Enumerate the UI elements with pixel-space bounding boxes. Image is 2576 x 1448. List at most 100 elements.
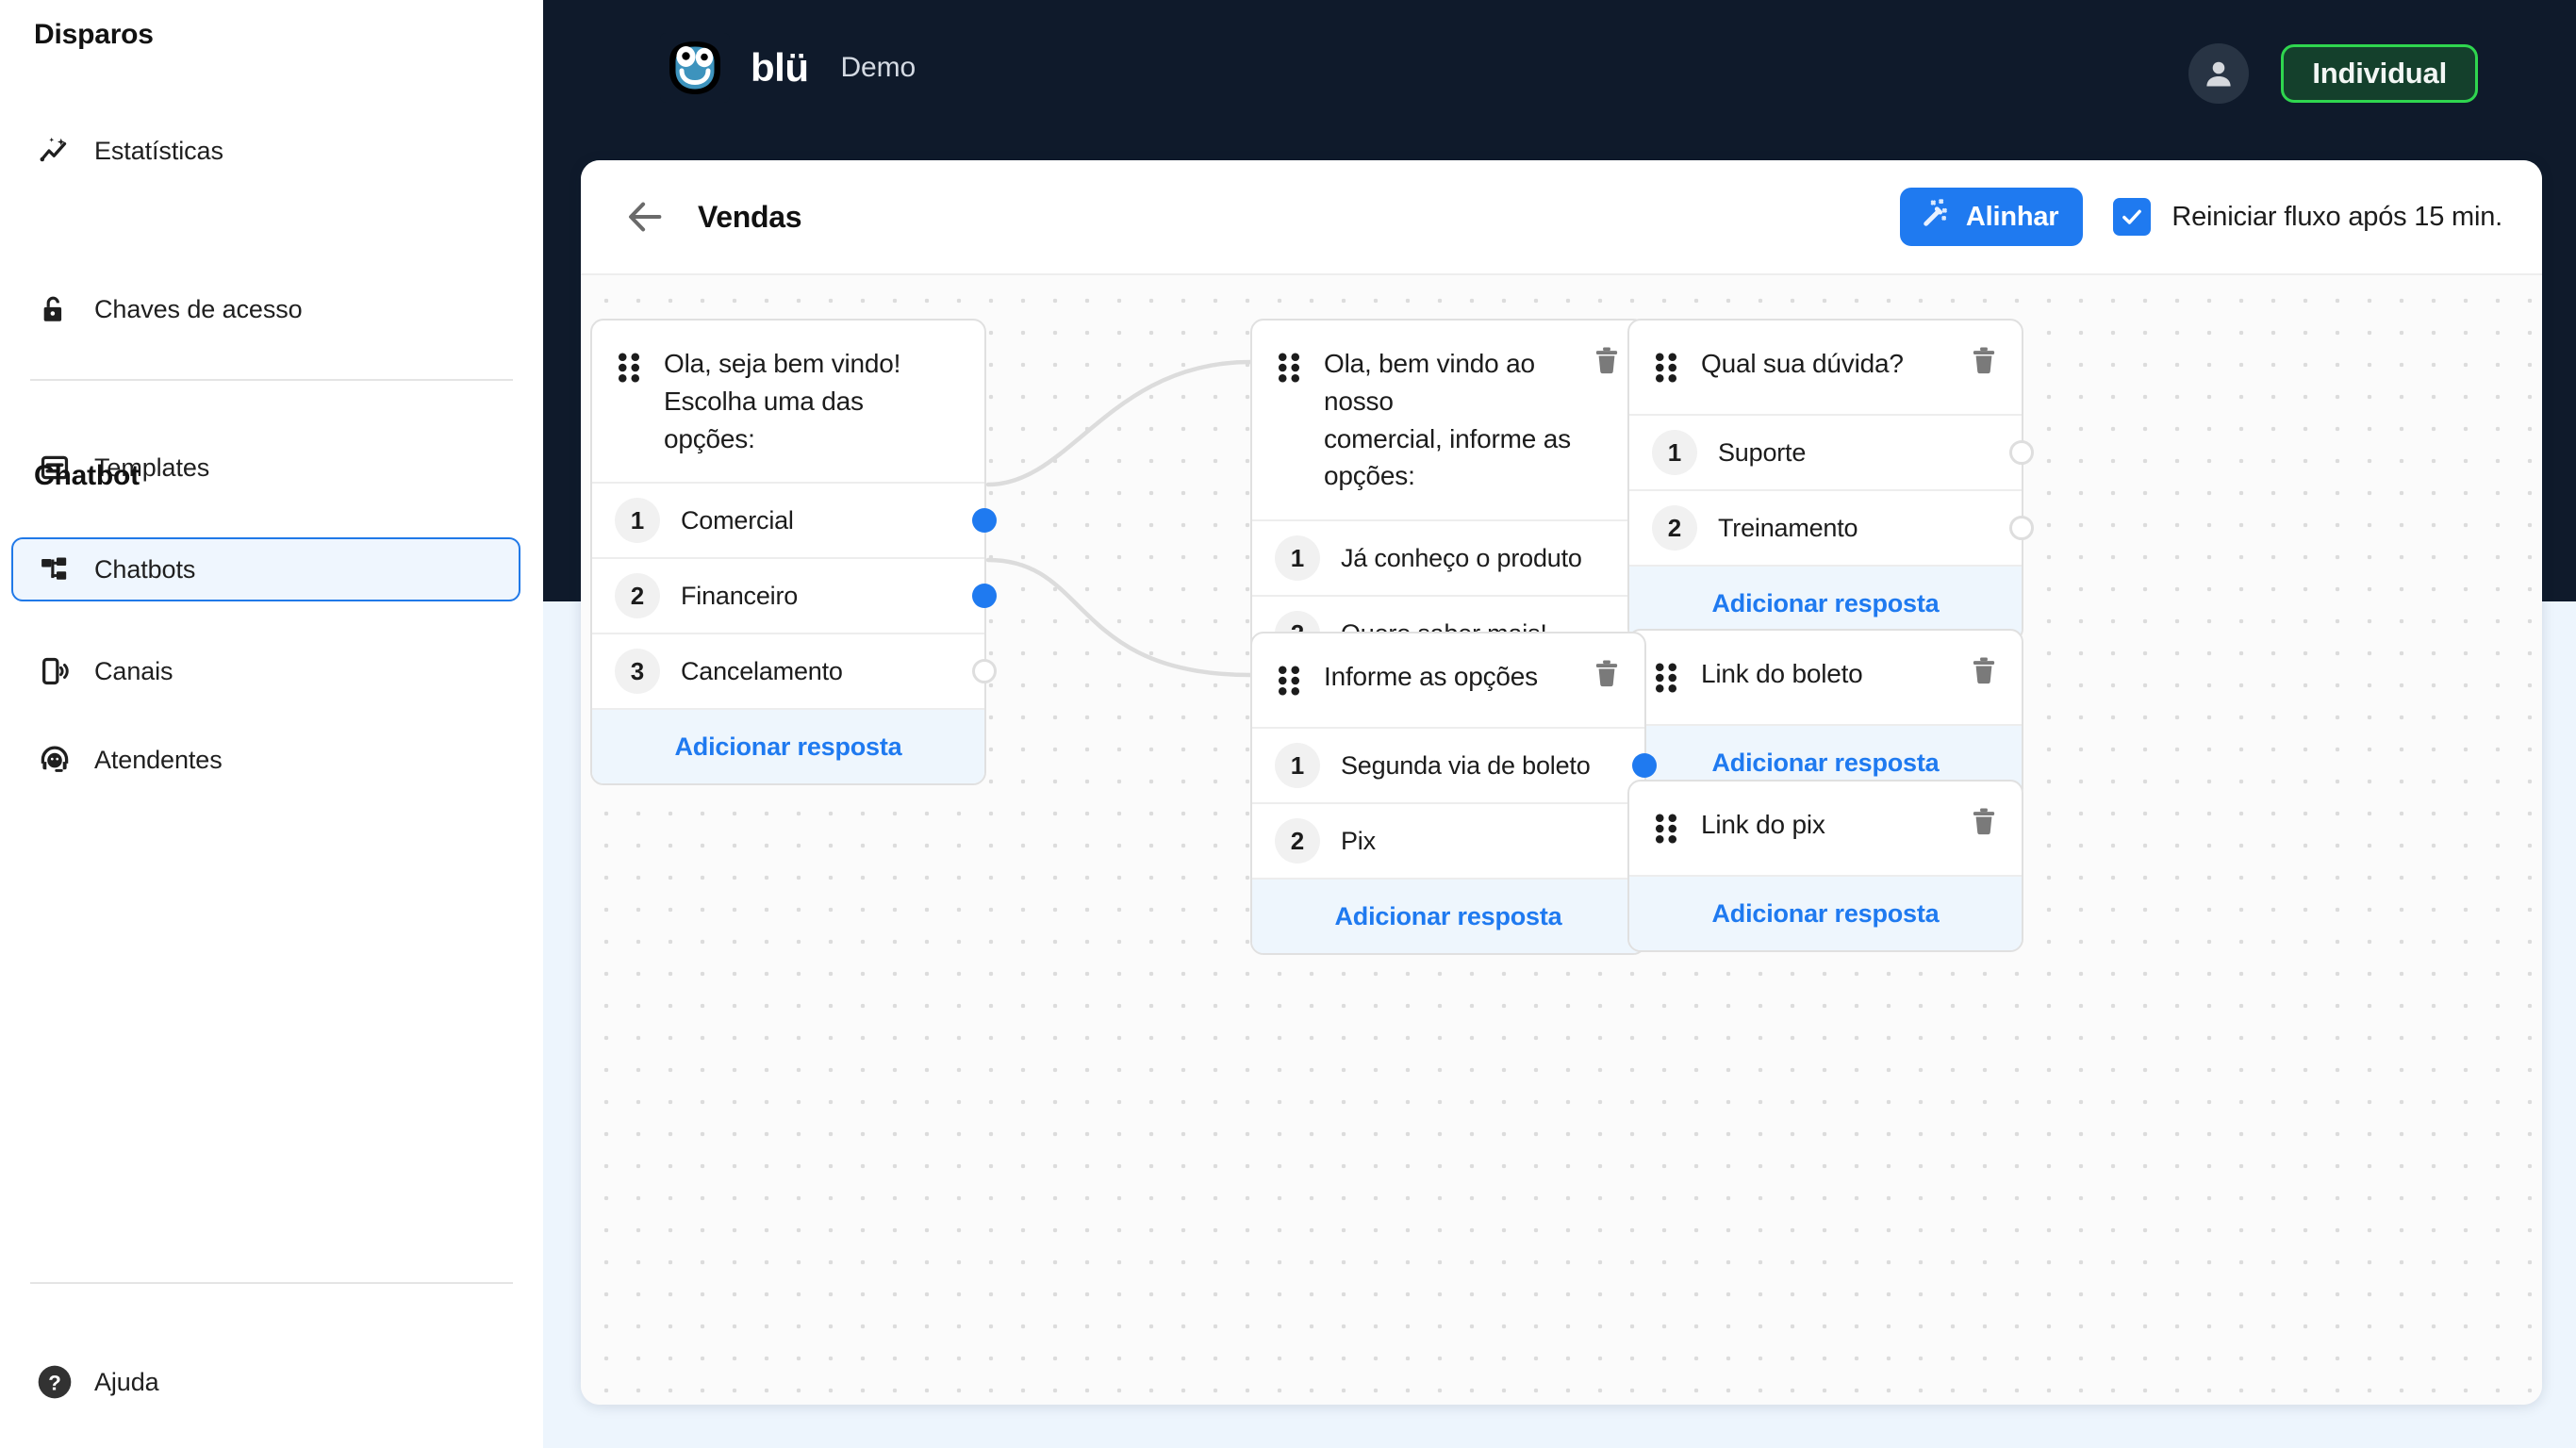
- option-label: Financeiro: [681, 581, 799, 610]
- option-label: Segunda via de boleto: [1341, 750, 1591, 780]
- flow-node[interactable]: Link do boleto Adicionar resposta: [1627, 629, 2023, 801]
- option-output-port[interactable]: [1632, 753, 1657, 778]
- mobile-signal-icon: [36, 652, 74, 690]
- svg-text:?: ?: [48, 1372, 61, 1395]
- flow-node-message[interactable]: Informe as opções: [1324, 658, 1589, 696]
- flow-node-option[interactable]: 2 Financeiro: [592, 557, 997, 633]
- magic-wand-icon: [1921, 197, 1953, 237]
- flow-node-option[interactable]: 3 Cancelamento: [592, 633, 997, 708]
- sidebar-item-chaves-de-acesso[interactable]: Chaves de acesso: [11, 277, 520, 341]
- flow-node-option[interactable]: 2 Treinamento: [1629, 489, 2034, 565]
- delete-node-icon[interactable]: [1967, 653, 2001, 687]
- flow-node-header: Link do pix: [1629, 782, 2022, 875]
- flow-node-message[interactable]: Ola, seja bem vindo! Escolha uma das opç…: [664, 345, 962, 457]
- restart-flow-checkbox-label: Reiniciar fluxo após 15 min.: [2171, 201, 2502, 232]
- delete-node-icon[interactable]: [1590, 656, 1624, 690]
- flow-node[interactable]: Ola, seja bem vindo! Escolha uma das opç…: [590, 319, 997, 786]
- option-label: Pix: [1341, 826, 1376, 855]
- toolbar-actions: Alinhar Reiniciar fluxo após 15 min.: [1899, 188, 2502, 246]
- option-output-port[interactable]: [972, 659, 997, 684]
- flow-editor-panel: Vendas Alinhar Reiniciar fluxo após 15 m…: [581, 160, 2542, 1405]
- sidebar-item-chatbots[interactable]: Chatbots: [11, 537, 520, 601]
- drag-handle-icon[interactable]: [615, 351, 643, 389]
- align-button-label: Alinhar: [1965, 201, 2059, 232]
- sidebar-divider-bottom: [30, 1282, 513, 1284]
- restart-flow-checkbox-group[interactable]: Reiniciar fluxo após 15 min.: [2113, 198, 2502, 236]
- option-output-port[interactable]: [2009, 516, 2034, 540]
- sidebar-item-label: Chaves de acesso: [94, 294, 303, 323]
- sidebar: Disparos Estatísticas Chaves de acesso T…: [0, 0, 543, 1448]
- flow-node-header: Ola, bem vindo ao nosso comercial, infor…: [1252, 321, 1644, 519]
- option-label: Treinamento: [1718, 513, 1858, 542]
- drag-handle-icon[interactable]: [1275, 351, 1303, 389]
- option-number: 1: [1275, 743, 1320, 788]
- option-number: 1: [1275, 535, 1320, 581]
- flow-node-header: Qual sua dúvida?: [1629, 321, 2022, 414]
- user-avatar-icon[interactable]: [2188, 43, 2250, 104]
- brand-subtitle: Demo: [840, 52, 916, 83]
- brand: blü Demo: [660, 33, 916, 103]
- drag-handle-icon[interactable]: [1652, 351, 1680, 389]
- sidebar-divider-top: [30, 379, 513, 381]
- flow-node-header: Link do boleto: [1629, 631, 2022, 724]
- sidebar-group-title-disparos: Disparos: [34, 19, 154, 50]
- option-output-port[interactable]: [2009, 440, 2034, 465]
- blu-face-logo: [660, 33, 730, 103]
- page-title: Vendas: [698, 199, 802, 234]
- sparkle-chart-icon: [36, 132, 74, 170]
- flow-node[interactable]: Qual sua dúvida? 1 Suporte 2 Treinamento…: [1627, 319, 2034, 642]
- flow-node-option[interactable]: 1 Suporte: [1629, 414, 2034, 489]
- sidebar-item-ajuda[interactable]: ? Ajuda: [11, 1350, 520, 1414]
- flow-node-message[interactable]: Link do pix: [1701, 806, 1876, 844]
- lock-icon: [36, 290, 74, 328]
- option-number: 2: [1652, 505, 1697, 551]
- headset-icon: [36, 741, 74, 779]
- brand-name: blü: [751, 45, 809, 90]
- sidebar-item-estatisticas[interactable]: Estatísticas: [11, 119, 520, 183]
- flow-node-message[interactable]: Link do boleto: [1701, 655, 1914, 693]
- header-actions: Individual: [2188, 43, 2478, 104]
- flow-node[interactable]: Link do pix Adicionar resposta: [1627, 780, 2023, 952]
- option-label: Cancelamento: [681, 656, 843, 685]
- drag-handle-icon[interactable]: [1652, 812, 1680, 850]
- sidebar-group-title-chatbot: Chatbot: [34, 460, 140, 491]
- flow-node-option[interactable]: 2 Pix: [1252, 802, 1657, 878]
- sidebar-item-canais[interactable]: Canais: [11, 639, 520, 703]
- flow-node-message[interactable]: Ola, bem vindo ao nosso comercial, infor…: [1324, 345, 1622, 495]
- drag-handle-icon[interactable]: [1275, 664, 1303, 702]
- panel-toolbar: Vendas Alinhar Reiniciar fluxo após 15 m…: [581, 160, 2542, 273]
- delete-node-icon[interactable]: [1967, 343, 2001, 377]
- restart-flow-checkbox[interactable]: [2113, 198, 2152, 236]
- question-circle-icon: ?: [36, 1363, 74, 1401]
- sidebar-item-atendentes[interactable]: Atendentes: [11, 728, 520, 792]
- option-number: 2: [1275, 818, 1320, 864]
- flow-node-header: Informe as opções: [1252, 634, 1644, 727]
- sidebar-item-label: Chatbots: [94, 554, 196, 584]
- option-number: 3: [615, 649, 660, 695]
- flow-node-message[interactable]: Qual sua dúvida?: [1701, 345, 1955, 383]
- flow-node-option[interactable]: 1 Comercial: [592, 482, 997, 557]
- flow-node-header: Ola, seja bem vindo! Escolha uma das opç…: [592, 321, 984, 482]
- plan-badge[interactable]: Individual: [2281, 44, 2478, 103]
- delete-node-icon[interactable]: [1590, 343, 1624, 377]
- delete-node-icon[interactable]: [1967, 804, 2001, 838]
- option-number: 1: [1652, 430, 1697, 475]
- sidebar-item-label: Atendentes: [94, 745, 223, 774]
- drag-handle-icon[interactable]: [1652, 661, 1680, 699]
- option-label: Já conheço o produto: [1341, 543, 1582, 572]
- flow-node-option[interactable]: 1 Já conheço o produto: [1252, 519, 1657, 595]
- option-output-port[interactable]: [972, 508, 997, 534]
- sitemap-icon: [36, 551, 74, 588]
- option-number: 2: [615, 573, 660, 619]
- flow-node-option[interactable]: 1 Segunda via de boleto: [1252, 727, 1657, 802]
- add-response-button[interactable]: Adicionar resposta: [592, 708, 984, 784]
- flow-canvas[interactable]: Ola, seja bem vindo! Escolha uma das opç…: [581, 273, 2542, 1405]
- option-number: 1: [615, 498, 660, 544]
- arrow-left-icon[interactable]: [620, 192, 669, 241]
- option-output-port[interactable]: [972, 584, 997, 609]
- align-button[interactable]: Alinhar: [1899, 188, 2084, 246]
- flow-node[interactable]: Informe as opções 1 Segunda via de bolet…: [1250, 632, 1657, 955]
- add-response-button[interactable]: Adicionar resposta: [1629, 875, 2022, 950]
- option-label: Comercial: [681, 505, 794, 535]
- add-response-button[interactable]: Adicionar resposta: [1252, 878, 1644, 953]
